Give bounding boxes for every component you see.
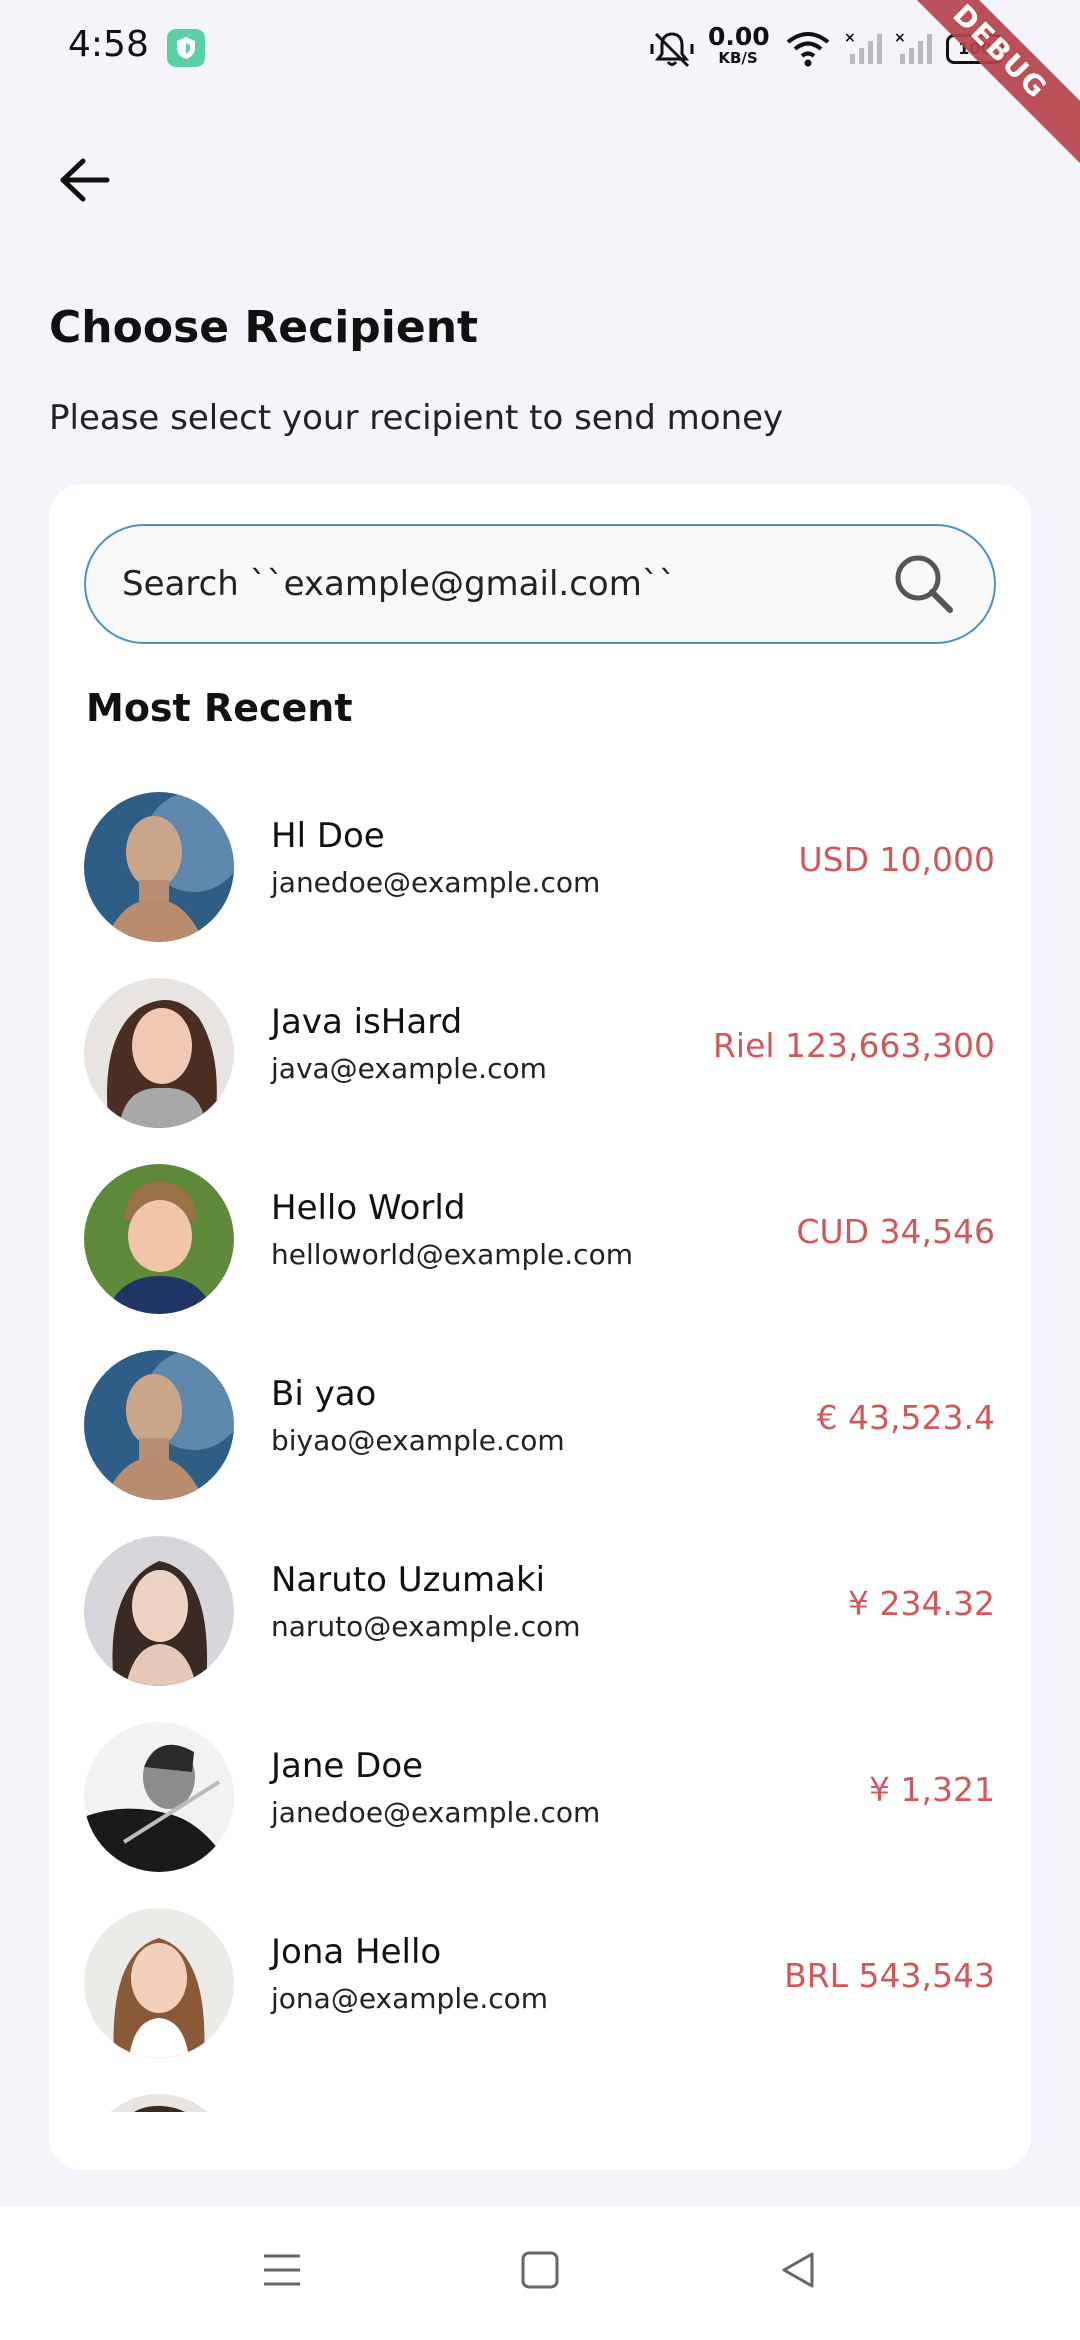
recipient-amount: USD 10,000 (798, 840, 995, 879)
mute-icon (650, 32, 694, 68)
recipient-name: Jane Doe (271, 1746, 424, 1786)
svg-text:×: × (844, 30, 856, 46)
recipient-name: Hello World (271, 1188, 466, 1228)
recipient-name: Naruto Uzumaki (271, 1560, 546, 1600)
page-subtitle: Please select your recipient to send mon… (49, 398, 784, 438)
back-triangle-icon[interactable] (778, 2250, 818, 2290)
signal-icon: × (844, 30, 882, 64)
recipient-amount: € 43,523.4 (816, 1398, 995, 1437)
recipient-amount: ¥ 234.32 (848, 1584, 995, 1623)
recipient-email: helloworld@example.com (271, 1238, 633, 1271)
recipient-amount: CUD 34,546 (796, 1212, 995, 1251)
avatar (84, 978, 234, 1128)
arrow-left-icon (60, 158, 110, 202)
search-input[interactable] (122, 526, 882, 642)
recipient-row[interactable]: Java isHard java@example.com Riel 123,66… (49, 962, 1031, 1148)
search-icon[interactable] (892, 552, 956, 616)
recipient-email: java@example.com (271, 1052, 547, 1085)
avatar (84, 1722, 234, 1872)
signal-icon: × (894, 30, 932, 64)
recipient-row[interactable]: Jane Doe janedoe@example.com ¥ 1,321 (49, 1706, 1031, 1892)
recipient-row[interactable]: Naruto Uzumaki naruto@example.com ¥ 234.… (49, 1520, 1031, 1706)
avatar (84, 1164, 234, 1314)
shield-icon (167, 29, 205, 67)
recipient-email: janedoe@example.com (271, 866, 601, 899)
recipient-row[interactable]: Bi yao biyao@example.com € 43,523.4 (49, 1334, 1031, 1520)
avatar (84, 792, 234, 942)
avatar (84, 1350, 234, 1500)
avatar (84, 1908, 234, 2058)
recipient-row[interactable]: Jona Hello jona@example.com BRL 543,543 (49, 1892, 1031, 2078)
back-button[interactable] (50, 148, 120, 212)
recipient-email: janedoe@example.com (271, 1796, 601, 1829)
recipient-row[interactable] (49, 2078, 1031, 2112)
recipient-email: jona@example.com (271, 1982, 549, 2015)
recipient-card: Most Recent Hl Doe janedoe@example.com U… (49, 484, 1031, 2170)
recipient-email: naruto@example.com (271, 1610, 581, 1643)
recipient-name: Bi yao (271, 1374, 377, 1414)
menu-icon[interactable] (262, 2250, 302, 2290)
search-box[interactable] (84, 524, 996, 644)
status-bar: 4:58 0.00 KB/S × × DEBUG (0, 0, 1080, 174)
status-time: 4:58 (68, 24, 149, 65)
wifi-icon (786, 32, 830, 67)
recipient-name: Java isHard (271, 1002, 463, 1042)
speed-unit: KB/S (718, 49, 758, 67)
recipient-row[interactable]: Hl Doe janedoe@example.com USD 10,000 (49, 776, 1031, 962)
system-nav-bar (0, 2206, 1080, 2340)
recipient-row[interactable]: Hello World helloworld@example.com CUD 3… (49, 1148, 1031, 1334)
recipient-list[interactable]: Hl Doe janedoe@example.com USD 10,000 Ja… (49, 776, 1031, 2112)
recipient-name: Jona Hello (271, 1932, 442, 1972)
page-title: Choose Recipient (49, 302, 479, 353)
home-square-icon[interactable] (520, 2250, 560, 2290)
avatar (84, 2094, 234, 2112)
network-speed: 0.00 KB/S (708, 22, 770, 67)
section-title-most-recent: Most Recent (86, 686, 353, 730)
speed-value: 0.00 (708, 22, 770, 51)
svg-text:×: × (894, 30, 906, 46)
recipient-name: Hl Doe (271, 816, 385, 856)
recipient-amount: BRL 543,543 (784, 1956, 995, 1995)
avatar (84, 1536, 234, 1686)
recipient-email: biyao@example.com (271, 1424, 565, 1457)
recipient-amount: ¥ 1,321 (869, 1770, 995, 1809)
recipient-amount: Riel 123,663,300 (713, 1026, 995, 1065)
debug-banner: DEBUG (878, 0, 1080, 174)
